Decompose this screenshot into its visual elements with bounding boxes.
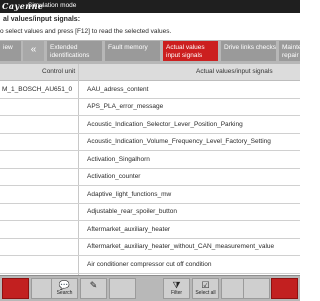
table-header: Control unit Actual values/input signals (0, 64, 300, 81)
search-button[interactable]: 💬 Search (51, 278, 78, 299)
edit-icon: ✎ (89, 280, 98, 290)
tab-overview[interactable]: iew (0, 41, 21, 61)
select-all-icon: ☑ (201, 280, 210, 290)
filter-label: Filter (170, 290, 183, 296)
signal-cell: Adjustable_rear_spoiler_button (87, 208, 177, 215)
table-row[interactable]: Acoustic_Indication_Volume_Frequency_Lev… (0, 134, 300, 151)
signal-cell: AAU_adress_content (87, 85, 149, 93)
filter-icon: ⧩ (172, 280, 181, 290)
tab-drive-links[interactable]: Drive links checks (221, 41, 276, 61)
signal-cell: Air conditioner compressor cut off condi… (87, 260, 212, 268)
tab-bar: iew « Extended identifications Fault mem… (0, 40, 302, 64)
table-row[interactable]: Aftermarket_auxiliary_heater (0, 221, 300, 239)
signals-table: M_1_BOSCH_AU651_0 AAU_adress_content APS… (0, 81, 300, 274)
page-header: al values/input signals: o select values… (0, 13, 300, 40)
tab-fault-memory[interactable]: Fault memory (105, 41, 160, 61)
table-row[interactable]: Aftermarket_auxiliary_heater_without_CAN… (0, 239, 300, 256)
table-row[interactable]: Activation_Singalhorn (0, 151, 300, 169)
table-row[interactable]: Air conditioner compressor cut off condi… (0, 256, 300, 274)
tab-extended-identifications[interactable]: Extended identifications (47, 41, 102, 61)
table-row[interactable]: Acoustic_Indication_Selector_Lever_Posit… (0, 116, 300, 134)
table-row[interactable]: Activation_counter (0, 169, 300, 186)
control-unit-cell: M_1_BOSCH_AU651_0 (2, 85, 73, 93)
column-control-unit: Control unit (42, 68, 76, 75)
signal-cell: APS_PLA_error_message (87, 103, 164, 110)
title-bar: Cayenne Simulation mode (0, 0, 300, 13)
mode-label: Simulation mode (28, 2, 77, 9)
select-all-button[interactable]: ☑ Select all (192, 278, 219, 299)
search-label: Search (56, 290, 73, 296)
tab-maintenance[interactable]: Mainte repair (279, 41, 302, 61)
page-title: al values/input signals: (3, 16, 81, 23)
tab-actual-values[interactable]: Actual values input signals (163, 41, 218, 61)
signal-cell: Activation_Singalhorn (87, 155, 150, 163)
signal-cell: Activation_counter (87, 173, 141, 180)
table-row[interactable]: APS_PLA_error_message (0, 99, 300, 116)
toolbar-button-9[interactable] (243, 278, 270, 299)
signal-cell: Aftermarket_auxiliary_heater_without_CAN… (87, 243, 275, 250)
select-all-label: Select all (195, 290, 216, 296)
table-row[interactable]: Adaptive_light_functions_mw (0, 186, 300, 204)
bottom-toolbar: 💬 Search ✎ ⧩ Filter ☑ Select all (0, 275, 300, 301)
filter-button[interactable]: ⧩ Filter (163, 278, 190, 299)
tab-back-button[interactable]: « (23, 41, 44, 61)
column-actual-values: Actual values/input signals (196, 68, 273, 75)
edit-button[interactable]: ✎ (80, 278, 107, 299)
table-row[interactable]: M_1_BOSCH_AU651_0 AAU_adress_content (0, 81, 300, 99)
signal-cell: Acoustic_Indication_Selector_Lever_Posit… (87, 120, 243, 128)
search-icon: 💬 (58, 280, 71, 290)
page-instructions: o select values and press [F12] to read … (0, 28, 172, 35)
table-row[interactable]: Adjustable_rear_spoiler_button (0, 204, 300, 221)
toolbar-button-5[interactable] (109, 278, 136, 299)
signal-cell: Acoustic_Indication_Volume_Frequency_Lev… (87, 138, 271, 145)
signal-cell: Adaptive_light_functions_mw (87, 190, 172, 198)
toolbar-button-10[interactable] (271, 278, 298, 299)
signal-cell: Aftermarket_auxiliary_heater (87, 225, 171, 233)
toolbar-button-1[interactable] (2, 278, 29, 299)
